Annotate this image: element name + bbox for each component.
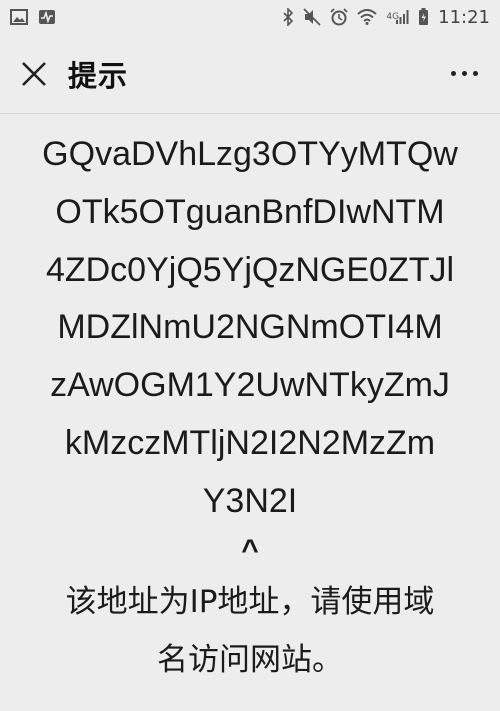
status-bar: 4G 11:21 [0, 0, 500, 34]
page-title: 提示 [68, 58, 129, 93]
encoded-url-line: 4ZDc0YjQ5YjQzNGE0ZTJl [45, 250, 455, 289]
nav-left: 提示 [20, 53, 128, 95]
mute-icon [303, 8, 322, 26]
warning-message-line: 名访问网站。 [157, 641, 343, 678]
wifi-icon [357, 9, 378, 25]
gallery-icon [10, 9, 28, 25]
encoded-url-line: Y3N2I [202, 481, 298, 520]
status-time: 11:21 [438, 6, 490, 28]
close-button[interactable] [20, 60, 48, 88]
bluetooth-icon [282, 8, 294, 26]
encoded-url-line: zAwOGM1Y2UwNTkyZmJ [50, 366, 450, 405]
page-content: GQvaDVhLzg3OTYyMTQw OTk5OTguanBnfDIwNTM … [0, 114, 500, 687]
more-options-button[interactable] [451, 59, 478, 89]
warning-message-line: 该地址为IP地址，请使用域 [65, 583, 435, 620]
signal-4g-icon: 4G [386, 9, 409, 25]
encoded-url-line: kMzczMTljN2I2N2MzZm [64, 423, 436, 462]
battery-icon [418, 8, 429, 26]
nav-bar: 提示 [0, 34, 500, 114]
encoded-url-line: OTk5OTguanBnfDIwNTM [55, 192, 445, 231]
encoded-url-line: MDZlNmU2NGNmOTI4M [57, 308, 443, 347]
collapse-caret[interactable]: ^ [241, 531, 259, 571]
activity-monitor-icon [38, 9, 56, 25]
close-icon [22, 61, 46, 86]
status-bar-left [10, 9, 56, 25]
encoded-url-line: GQvaDVhLzg3OTYyMTQw [42, 135, 458, 173]
status-bar-right: 4G 11:21 [282, 7, 490, 28]
more-dots-icon [451, 71, 456, 76]
alarm-icon [330, 8, 349, 26]
